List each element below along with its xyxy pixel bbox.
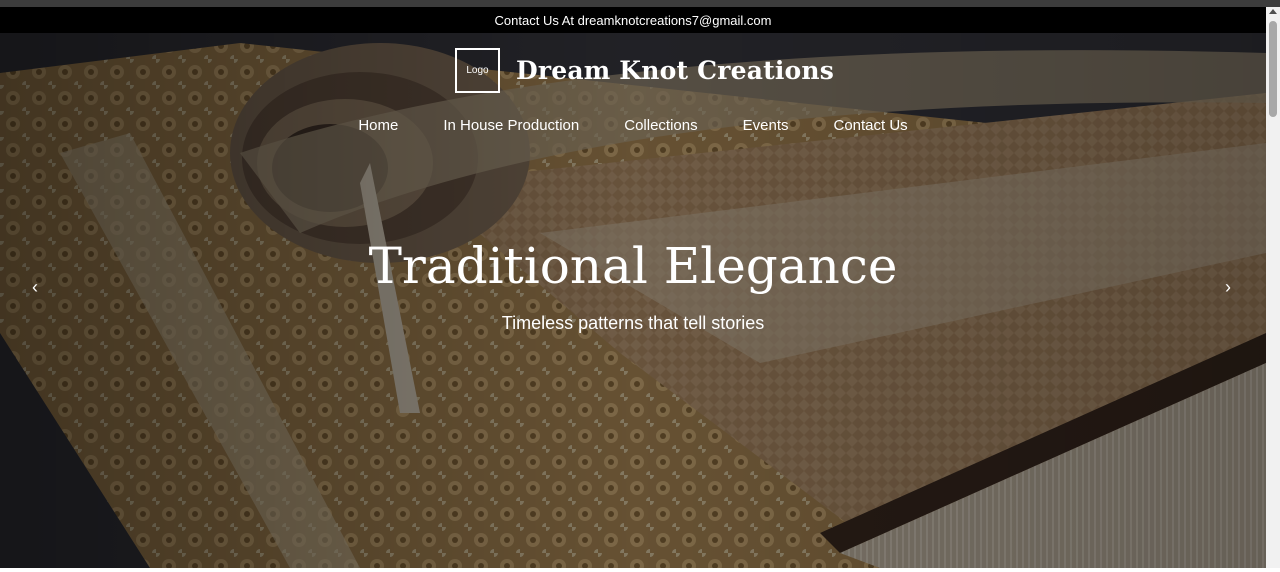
brand: Logo Dream Knot Creations xyxy=(455,48,834,93)
nav-item-contact-us[interactable]: Contact Us xyxy=(833,117,907,134)
main-nav: Home In House Production Collections Eve… xyxy=(0,117,1266,134)
slide-title: Traditional Elegance xyxy=(368,237,898,295)
slide-subtitle: Timeless patterns that tell stories xyxy=(501,313,765,333)
scrollbar-thumb[interactable] xyxy=(1269,21,1277,117)
nav-item-collections[interactable]: Collections xyxy=(624,117,697,134)
page-scrollbar[interactable] xyxy=(1266,7,1280,568)
nav-item-in-house-production[interactable]: In House Production xyxy=(443,117,579,134)
contact-email-text: Contact Us At dreamknotcreations7@gmail.… xyxy=(494,12,772,28)
chevron-left-icon: ‹ xyxy=(32,276,38,297)
browser-top-bar xyxy=(0,0,1280,7)
logo-text: Logo xyxy=(466,65,489,76)
carousel-next-button[interactable]: › xyxy=(1216,275,1240,299)
logo[interactable]: Logo xyxy=(455,48,500,93)
page-bottom-strip xyxy=(0,568,1280,572)
carousel-prev-button[interactable]: ‹ xyxy=(23,275,47,299)
scroll-up-icon[interactable] xyxy=(1269,9,1277,14)
brand-name[interactable]: Dream Knot Creations xyxy=(516,56,834,85)
hero-dark-overlay xyxy=(0,33,1266,568)
hero-carousel: Logo Dream Knot Creations Home In House … xyxy=(0,33,1266,568)
contact-topbar: Contact Us At dreamknotcreations7@gmail.… xyxy=(0,7,1266,33)
nav-item-events[interactable]: Events xyxy=(743,117,789,134)
nav-item-home[interactable]: Home xyxy=(358,117,398,134)
chevron-right-icon: › xyxy=(1225,276,1231,297)
